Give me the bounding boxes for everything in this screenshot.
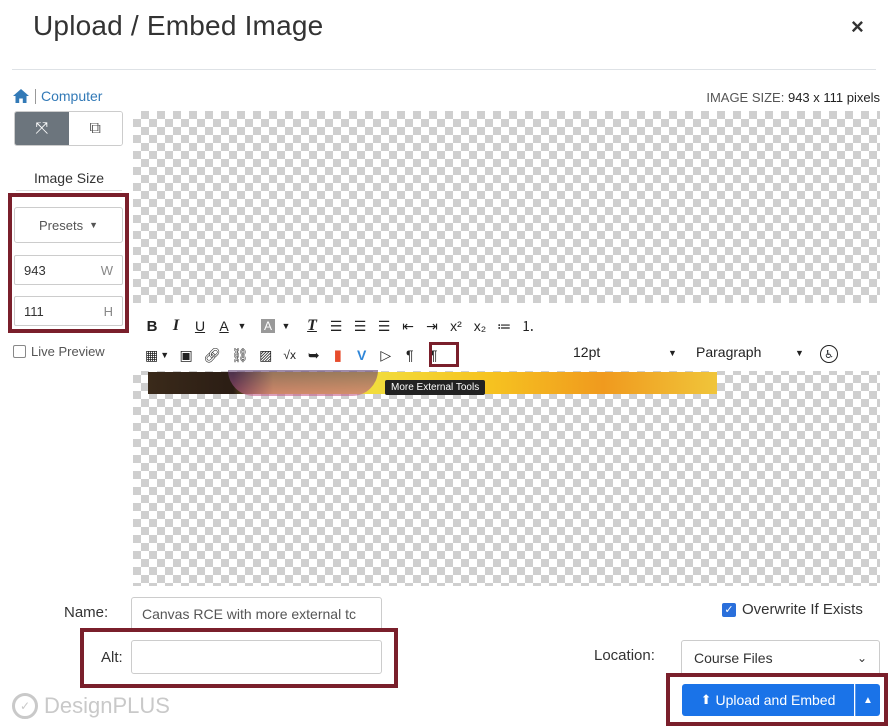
superscript-icon[interactable]: x² — [449, 318, 463, 334]
chevron-down-icon: ⌄ — [856, 651, 867, 665]
resize-icon: ⤧ — [35, 119, 49, 137]
image-icon[interactable]: ▨ — [259, 347, 273, 364]
block-format-select[interactable]: Paragraph — [696, 344, 761, 360]
live-preview-toggle[interactable]: Live Preview — [13, 344, 105, 359]
background-color-button[interactable]: A — [261, 319, 275, 333]
highlight-box-alt — [80, 628, 398, 688]
location-select[interactable]: Course Files ⌄ — [681, 640, 880, 676]
embed-icon[interactable]: ➥ — [307, 347, 321, 364]
subscript-icon[interactable]: x₂ — [473, 318, 487, 334]
title-divider — [12, 69, 876, 70]
ltr-icon[interactable]: ¶ — [403, 347, 417, 363]
font-size-dropdown-icon[interactable]: ▼ — [668, 348, 677, 358]
designplus-logo: ✓ DesignPLUS — [12, 693, 170, 719]
location-label: Location: — [594, 647, 655, 664]
close-button[interactable]: × — [851, 14, 864, 40]
more-external-tools-icon[interactable]: V — [355, 347, 369, 363]
highlight-box-size-controls — [8, 193, 129, 333]
align-right-icon[interactable]: ☰ — [377, 318, 391, 335]
bullet-list-icon[interactable]: ≔ — [497, 318, 511, 335]
text-color-dropdown-icon[interactable]: ▼ — [235, 321, 249, 331]
crop-mode-button[interactable]: ⧉ — [68, 112, 122, 145]
office365-icon[interactable]: ▮ — [331, 346, 345, 364]
unlink-icon[interactable]: ⛓︎ — [231, 347, 249, 364]
image-size-value: 943 x 111 pixels — [787, 90, 880, 105]
align-left-icon[interactable]: ☰ — [329, 318, 343, 335]
crop-icon: ⧉ — [89, 119, 101, 137]
toolbar-row-2: ▦ ▼ ▣ 🔗︎ ⛓︎ ▨ √x ➥ ▮ V ▷ ¶ ¶ — [145, 344, 451, 366]
image-size-heading: Image Size — [16, 170, 122, 191]
bold-button[interactable]: B — [145, 318, 159, 335]
table-icon[interactable]: ▦ ▼ — [145, 347, 169, 364]
designplus-logo-text: DesignPLUS — [44, 693, 170, 718]
highlight-box-external-tools — [429, 342, 459, 367]
name-input[interactable]: Canvas RCE with more external tc — [131, 597, 382, 631]
underline-button[interactable]: U — [193, 318, 207, 334]
modal-title: Upload / Embed Image — [33, 10, 324, 41]
align-center-icon[interactable]: ☰ — [353, 318, 367, 335]
image-size-readout: IMAGE SIZE: 943 x 111 pixels — [706, 90, 880, 105]
block-format-dropdown-icon[interactable]: ▼ — [795, 348, 804, 358]
numbered-list-icon[interactable]: ⒈ — [521, 316, 535, 336]
breadcrumb-computer-link[interactable]: Computer — [41, 88, 102, 104]
designplus-logo-icon: ✓ — [12, 693, 38, 719]
banner-graphic — [228, 370, 378, 396]
home-icon[interactable] — [13, 89, 29, 103]
outdent-icon[interactable]: ⇤ — [401, 318, 415, 335]
image-size-label: IMAGE SIZE: — [706, 90, 785, 105]
indent-icon[interactable]: ⇥ — [425, 318, 439, 335]
clear-formatting-icon[interactable]: T — [305, 317, 319, 335]
resize-mode-button[interactable]: ⤧ — [15, 112, 69, 145]
accessibility-checker-icon[interactable]: ♿︎ — [820, 345, 838, 363]
video-icon[interactable]: ▷ — [379, 347, 393, 364]
equation-icon[interactable]: √x — [283, 348, 297, 362]
media-icon[interactable]: ▣ — [179, 347, 193, 364]
text-color-button[interactable]: A — [217, 318, 231, 334]
italic-button[interactable]: I — [169, 317, 183, 335]
overwrite-toggle[interactable]: ✓ Overwrite If Exists — [722, 601, 863, 618]
background-color-dropdown-icon[interactable]: ▼ — [279, 321, 293, 331]
highlight-box-upload — [666, 673, 888, 726]
location-value: Course Files — [694, 650, 773, 666]
live-preview-label: Live Preview — [31, 344, 105, 359]
toolbar-row-1: B I U A ▼ A ▼ T ☰ ☰ ☰ ⇤ ⇥ x² x₂ ≔ ⒈ — [145, 315, 545, 337]
tooltip-more-external-tools: More External Tools — [385, 380, 486, 395]
overwrite-label: Overwrite If Exists — [742, 601, 863, 618]
font-size-select[interactable]: 12pt — [573, 344, 600, 360]
checkmark-icon[interactable]: ✓ — [722, 602, 736, 617]
link-icon[interactable]: 🔗︎ — [203, 347, 221, 364]
breadcrumb-separator — [35, 88, 36, 104]
live-preview-checkbox[interactable] — [13, 345, 26, 358]
name-label: Name: — [64, 604, 109, 621]
breadcrumb: Computer — [13, 88, 102, 104]
mode-toggle: ⤧ ⧉ — [14, 111, 123, 146]
